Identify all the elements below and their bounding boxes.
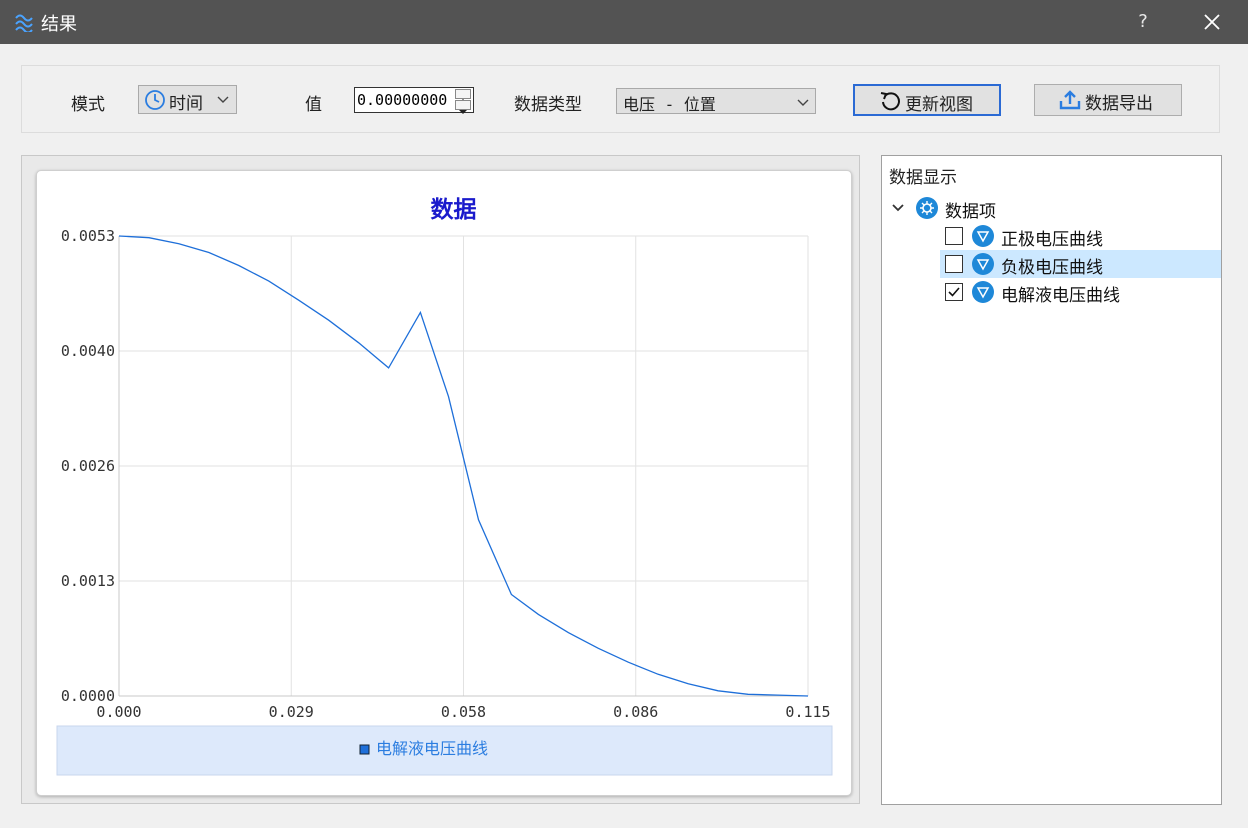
data-type-select[interactable]: 电压 - 位置 (616, 88, 816, 114)
toolbar-panel: 模式 时间 值 数据类型 电压 - 位置 (21, 65, 1220, 133)
value-spinbox[interactable] (354, 87, 474, 114)
close-icon[interactable] (1198, 8, 1226, 36)
y-tick-label: 0.0013 (61, 572, 115, 590)
y-tick-label: 0.0040 (61, 342, 115, 360)
tree-item-label: 电解液电压曲线 (1001, 286, 1120, 306)
mode-label: 模式 (71, 95, 105, 115)
funnel-node-icon (972, 281, 994, 303)
data-display-panel: 数据显示 数据项 正极电压曲线 负极电压曲线 电解液电压曲线 (881, 155, 1222, 805)
chevron-down-icon[interactable] (891, 203, 905, 213)
spin-down-button[interactable] (455, 100, 471, 114)
title-bar: 结果 ? (0, 0, 1248, 44)
checkbox-positive-voltage[interactable] (945, 227, 963, 245)
tree-root-row[interactable]: 数据项 (882, 194, 1221, 222)
funnel-node-icon (972, 225, 994, 247)
x-tick-label: 0.115 (785, 703, 830, 721)
line-chart[interactable]: 数据0.00530.00400.00260.00130.00000.000 0.0… (37, 171, 853, 797)
mode-value: 时间 (169, 94, 203, 114)
x-tick-label: 0.058 (441, 703, 486, 721)
help-button[interactable]: ? (1130, 8, 1156, 36)
refresh-label: 更新视图 (905, 95, 973, 115)
panel-title: 数据显示 (889, 168, 957, 188)
export-upload-icon (1059, 90, 1081, 110)
arrow-down-icon (459, 110, 467, 114)
funnel-node-icon (972, 253, 994, 275)
refresh-icon (880, 92, 900, 111)
x-tick-label: 0.000 (96, 703, 141, 721)
checkbox-negative-voltage[interactable] (945, 255, 963, 273)
chart-card: 数据 0.0053 0.0040 0.0026 0.0013 0.0000 0.000 0.0… (36, 170, 852, 796)
tree-item-negative-voltage[interactable]: 负极电压曲线 (940, 250, 1221, 278)
chevron-down-icon (217, 96, 229, 103)
tree-item-electrolyte-voltage[interactable]: 电解液电压曲线 (940, 278, 1221, 306)
chevron-down-icon (797, 99, 809, 106)
wave-lines-icon (15, 14, 33, 32)
tree-item-positive-voltage[interactable]: 正极电压曲线 (940, 222, 1221, 250)
data-type-label: 数据类型 (514, 95, 582, 115)
export-data-button[interactable]: 数据导出 (1034, 84, 1182, 116)
tree-item-label: 负极电压曲线 (1001, 258, 1103, 278)
spin-arrows (455, 89, 471, 114)
chart-frame: 数据 0.0053 0.0040 0.0026 0.0013 0.0000 0.000 0.0… (21, 155, 860, 804)
value-input[interactable] (357, 89, 451, 111)
value-label: 值 (305, 95, 322, 115)
checkmark-icon (948, 287, 960, 297)
export-label: 数据导出 (1085, 94, 1153, 114)
y-tick-label: 0.0053 (61, 227, 115, 245)
tree-item-label: 正极电压曲线 (1001, 230, 1103, 250)
refresh-view-button[interactable]: 更新视图 (853, 84, 1001, 116)
chart-title: 数据 (431, 197, 477, 223)
y-tick-label: 0.0026 (61, 457, 115, 475)
x-tick-label: 0.029 (269, 703, 314, 721)
legend-marker (359, 744, 370, 755)
window-title: 结果 (41, 14, 77, 35)
mode-select[interactable]: 时间 (138, 85, 237, 114)
tree-root-label: 数据项 (945, 202, 996, 222)
legend-label: 电解液电压曲线 (376, 739, 488, 758)
clock-icon (145, 90, 165, 110)
checkbox-electrolyte-voltage[interactable] (945, 283, 963, 301)
x-tick-label: 0.086 (613, 703, 658, 721)
spin-up-button[interactable] (455, 89, 471, 103)
data-type-value: 电压 - 位置 (623, 95, 716, 114)
gear-node-icon (916, 197, 938, 219)
